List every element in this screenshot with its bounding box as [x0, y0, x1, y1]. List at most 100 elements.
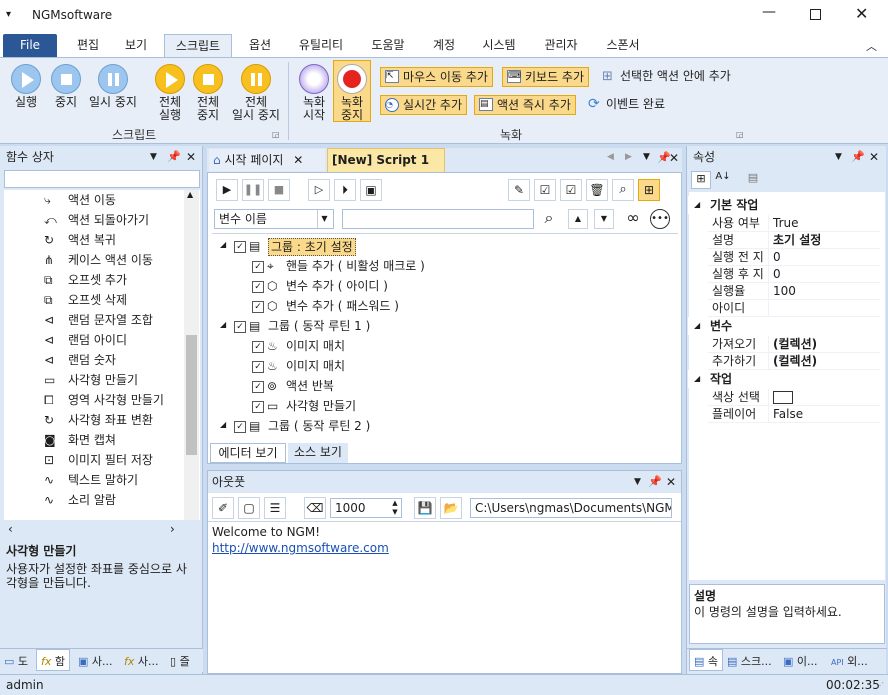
play-box-icon[interactable]: ⏵	[334, 179, 356, 201]
tab-external-api[interactable]: API 외...	[831, 653, 868, 669]
tab-start-page[interactable]: ⌂ 시작 페이지 ✕	[209, 149, 325, 171]
record-group-launcher-icon[interactable]: ◲	[736, 130, 744, 139]
play-box-outline-icon[interactable]: ▣	[360, 179, 382, 201]
pin-icon[interactable]: 📌	[648, 471, 662, 493]
tree-action-node[interactable]: ✓ ♨ 이미지 매치	[208, 357, 668, 377]
tab-images[interactable]: ▣ 이...	[783, 653, 818, 669]
expand-toggle-icon[interactable]: ◢	[220, 320, 226, 329]
expand-toggle-icon[interactable]: ◢	[220, 240, 226, 249]
tree-checkbox[interactable]: ✓	[252, 261, 264, 273]
tab-user[interactable]: ▣ 사...	[78, 653, 113, 669]
pause-icon[interactable]: ❚❚	[242, 179, 264, 201]
tree-action-node[interactable]: ✓ ▭ 사각형 만들기	[208, 397, 668, 417]
log-limit-input[interactable]: 1000 ▲ ▼	[330, 498, 402, 518]
list-scrollbar[interactable]: ▲	[184, 190, 199, 520]
tab-admin[interactable]: 관리자	[536, 34, 586, 58]
run-all-button[interactable]: 전체 실행	[152, 64, 188, 122]
close-tab-icon[interactable]: ✕	[293, 153, 303, 167]
panel-close-icon[interactable]: ✕	[869, 146, 879, 168]
property-row[interactable]: 실행 전 지0	[708, 249, 880, 266]
tab-account[interactable]: 계정	[424, 34, 464, 58]
collapse-icon[interactable]: ◢	[694, 196, 700, 214]
script-group-launcher-icon[interactable]: ◲	[272, 130, 280, 139]
pause-button[interactable]: 일시 중지	[86, 64, 140, 109]
tab-help[interactable]: 도움말	[362, 34, 414, 58]
event-complete-button[interactable]: ⟳ 이벤트 완료	[584, 95, 669, 115]
save-icon[interactable]: 💾	[414, 497, 436, 519]
stop-icon[interactable]: ■	[268, 179, 290, 201]
tree-group-node[interactable]: ◢ ✓ ▤ 그룹 ( 동작 루틴 2 )	[208, 417, 668, 437]
resize-grip-icon[interactable]: ⋰	[876, 681, 884, 690]
tree-action-node[interactable]: ✓ ⬡ 변수 추가 ( 아이디 )	[208, 277, 668, 297]
record-stop-button[interactable]: 녹화 중지	[333, 60, 371, 122]
property-row[interactable]: 실행 후 지0	[708, 266, 880, 283]
move-down-icon[interactable]: ▼	[594, 209, 614, 229]
h-scroll-right-icon[interactable]: ›	[170, 522, 175, 536]
tab-script-1[interactable]: [New] Script 1 ✕	[327, 148, 445, 189]
pin-icon[interactable]: 📌	[851, 146, 865, 168]
function-search-input[interactable]	[4, 170, 200, 188]
add-realtime-button[interactable]: ◔ 실시간 추가	[380, 95, 468, 115]
tree-checkbox[interactable]: ✓	[234, 421, 246, 433]
tree-action-node[interactable]: ✓ ⬡ 변수 추가 ( 패스워드 )	[208, 297, 668, 317]
panel-close-icon[interactable]: ✕	[666, 471, 676, 493]
tab-editor-view[interactable]: 에디터 보기	[210, 443, 286, 463]
add-instant-action-button[interactable]: ▤ 액션 즉시 추가	[474, 95, 576, 115]
move-up-icon[interactable]: ▲	[568, 209, 588, 229]
property-row[interactable]: 플레이어 False	[708, 406, 880, 423]
tab-properties[interactable]: ▤ 속	[689, 649, 724, 671]
property-row[interactable]: 설명 초기 설정	[708, 232, 880, 249]
tree-checkbox[interactable]: ✓	[234, 321, 246, 333]
tab-edit[interactable]: 편집	[64, 34, 112, 58]
collapse-icon[interactable]: ◢	[694, 317, 700, 335]
pause-all-button[interactable]: 전체 일시 중지	[228, 64, 284, 122]
maximize-button[interactable]	[810, 9, 821, 20]
add-inside-selected-action-button[interactable]: ⊞ 선택한 액션 안에 추가	[598, 67, 735, 87]
tree-checkbox[interactable]: ✓	[252, 301, 264, 313]
tree-checkbox[interactable]: ✓	[252, 401, 264, 413]
tree-group-node[interactable]: ◢ ✓ ▤ 그룹 ( 동작 루틴 1 )	[208, 317, 668, 337]
variable-select[interactable]: 변수 이름 ▼	[214, 209, 334, 229]
app-menu-icon[interactable]: ▾	[6, 9, 11, 20]
tab-scroll-right-icon[interactable]: ▶	[625, 152, 632, 162]
tab-user-fx[interactable]: fx 사...	[124, 653, 159, 669]
output-link[interactable]: http://www.ngmsoftware.com	[212, 541, 389, 555]
tree-group-node[interactable]: ◢ ✓ ▤ 그룹 : 초기 설정	[208, 237, 668, 257]
record-start-button[interactable]: 녹화 시작	[296, 64, 332, 122]
stop-all-button[interactable]: 전체 중지	[190, 64, 226, 122]
play-icon[interactable]: ▶	[216, 179, 238, 201]
panel-dropdown-icon[interactable]: ▼	[835, 146, 842, 168]
property-row[interactable]: 추가하기 (컬렉션)	[708, 353, 880, 370]
tab-script-explorer[interactable]: ▤ 스크...	[727, 653, 772, 669]
property-row[interactable]: 아이디	[708, 300, 880, 317]
step-play-icon[interactable]: ▷	[308, 179, 330, 201]
sort-alpha-icon[interactable]: A↓	[713, 171, 733, 189]
property-pages-icon[interactable]: ▤	[743, 171, 763, 189]
stop-button[interactable]: 중지	[48, 64, 84, 109]
clear-log-icon[interactable]: ✐	[212, 497, 234, 519]
tab-options[interactable]: 옵션	[238, 34, 282, 58]
scrollbar-thumb[interactable]	[186, 335, 197, 455]
property-row[interactable]: 사용 여부 True	[708, 215, 880, 232]
tree-checkbox[interactable]: ✓	[252, 281, 264, 293]
check-icon[interactable]: ☑	[560, 179, 582, 201]
search-icon[interactable]: ⌕	[538, 209, 560, 229]
collapse-icon[interactable]: ◢	[694, 370, 700, 388]
add-mouse-move-button[interactable]: ⇱ 마우스 이동 추가	[380, 67, 493, 87]
search-icon[interactable]: ⌕	[612, 179, 634, 201]
property-section[interactable]: ◢ 작업	[688, 370, 884, 388]
property-section[interactable]: ◢ 기본 작업	[688, 196, 884, 214]
tab-system[interactable]: 시스템	[474, 34, 524, 58]
panel-dropdown-icon[interactable]: ▼	[634, 471, 641, 493]
tab-view[interactable]: 보기	[114, 34, 158, 58]
collapse-ribbon-icon[interactable]: ︿	[866, 38, 877, 54]
tree-action-node[interactable]: ✓ ♨ 이미지 매치	[208, 337, 668, 357]
add-keyboard-button[interactable]: ⌨ 키보드 추가	[502, 67, 590, 87]
property-section[interactable]: ◢ 변수	[688, 317, 884, 335]
tab-favorites[interactable]: ▯ 즐	[170, 653, 190, 669]
tab-function[interactable]: fx 함	[36, 649, 71, 671]
delete-icon[interactable]: 🗑	[586, 179, 608, 201]
list-icon[interactable]: ☰	[264, 497, 286, 519]
tree-checkbox[interactable]: ✓	[234, 241, 246, 253]
folder-icon[interactable]: 📂	[440, 497, 462, 519]
